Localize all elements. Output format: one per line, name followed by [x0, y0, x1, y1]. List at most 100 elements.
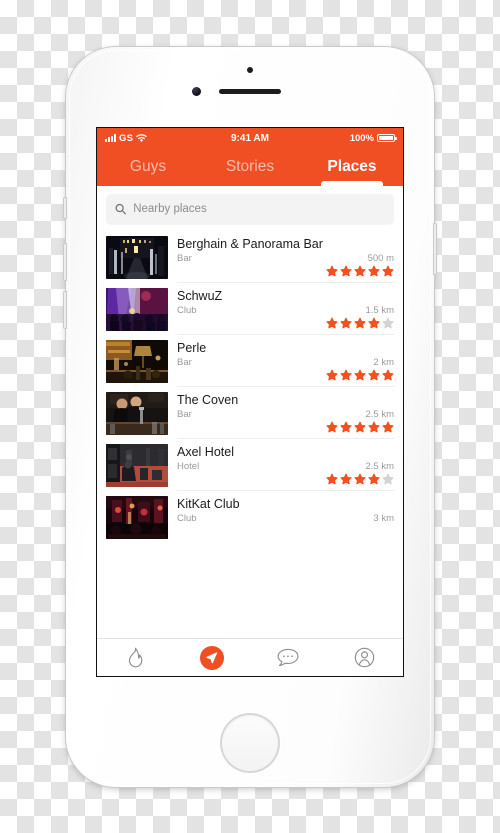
rating-stars	[177, 473, 394, 485]
star-filled-icon	[368, 473, 380, 485]
list-item[interactable]: Perle Bar 2 km	[97, 335, 403, 387]
place-category: Bar	[177, 357, 192, 368]
place-meta: Bar 2 km	[177, 357, 394, 368]
place-info: Berghain & Panorama Bar Bar 500 m	[177, 236, 394, 283]
power-button[interactable]	[433, 223, 437, 275]
list-item[interactable]: The Coven Bar 2.5 km	[97, 387, 403, 439]
place-name: Axel Hotel	[177, 445, 234, 459]
earpiece-speaker	[219, 89, 281, 94]
wifi-icon	[136, 133, 148, 142]
place-thumbnail	[106, 236, 168, 279]
volume-up-button[interactable]	[63, 243, 67, 281]
status-bar-left: GS	[105, 132, 148, 144]
star-filled-icon	[354, 369, 366, 381]
tab-guys[interactable]: Guys	[97, 148, 199, 186]
place-info: Perle Bar 2 km	[177, 340, 394, 387]
bottom-tab-profile[interactable]	[327, 639, 404, 676]
rating-stars	[177, 317, 394, 329]
place-distance: 2.5 km	[365, 461, 394, 472]
star-filled-icon	[340, 369, 352, 381]
place-name: KitKat Club	[177, 497, 240, 511]
place-thumbnail	[106, 288, 168, 331]
star-filled-icon	[382, 421, 394, 433]
place-meta: Bar 500 m	[177, 253, 394, 264]
place-thumbnail	[106, 444, 168, 487]
tab-stories[interactable]: Stories	[199, 148, 301, 186]
star-filled-icon	[354, 265, 366, 277]
place-meta: Hotel 2.5 km	[177, 461, 394, 472]
status-bar: GS 9:41 AM 100%	[97, 128, 403, 148]
place-info: KitKat Club Club 3 km	[177, 496, 394, 539]
battery-percent-label: 100%	[349, 132, 374, 144]
place-name: Berghain & Panorama Bar	[177, 237, 323, 251]
star-filled-icon	[354, 317, 366, 329]
chat-bubble-icon	[277, 648, 299, 667]
places-list[interactable]: Berghain & Panorama Bar Bar 500 m SchwuZ…	[97, 231, 403, 539]
active-tab-circle	[199, 645, 224, 670]
top-tab-bar: Guys Stories Places	[97, 148, 403, 186]
place-distance: 3 km	[373, 513, 394, 524]
list-item[interactable]: Berghain & Panorama Bar Bar 500 m	[97, 231, 403, 283]
star-filled-icon	[326, 421, 338, 433]
search-icon	[115, 203, 126, 215]
carrier-label: GS	[119, 132, 134, 144]
rating-stars	[177, 369, 394, 381]
star-empty-icon	[382, 473, 394, 485]
place-meta: Bar 2.5 km	[177, 409, 394, 420]
battery-full-icon	[377, 133, 397, 143]
place-category: Club	[177, 513, 197, 524]
place-name: The Coven	[177, 393, 239, 407]
star-filled-icon	[340, 421, 352, 433]
place-meta: Club 3 km	[177, 513, 394, 524]
place-name: SchwuZ	[177, 289, 223, 303]
search-bar[interactable]	[106, 194, 394, 224]
star-filled-icon	[382, 265, 394, 277]
place-distance: 500 m	[367, 253, 394, 264]
place-meta: Club 1.5 km	[177, 305, 394, 316]
flame-icon	[128, 647, 143, 668]
place-thumbnail	[106, 340, 168, 383]
place-category: Bar	[177, 409, 192, 420]
place-category: Club	[177, 305, 197, 316]
place-info: SchwuZ Club 1.5 km	[177, 288, 394, 335]
proximity-sensor	[247, 67, 253, 73]
signal-bars-icon	[105, 134, 116, 142]
star-filled-icon	[368, 369, 380, 381]
ring-switch-button[interactable]	[63, 197, 67, 219]
list-item[interactable]: SchwuZ Club 1.5 km	[97, 283, 403, 335]
star-filled-icon	[368, 421, 380, 433]
star-filled-icon	[340, 265, 352, 277]
bottom-tab-chat[interactable]	[250, 639, 327, 676]
search-input[interactable]	[133, 203, 385, 215]
front-camera	[192, 87, 201, 96]
place-info: The Coven Bar 2.5 km	[177, 392, 394, 439]
list-item[interactable]: Axel Hotel Hotel 2.5 km	[97, 439, 403, 491]
place-distance: 2.5 km	[365, 409, 394, 420]
place-distance: 1.5 km	[365, 305, 394, 316]
place-distance: 2 km	[373, 357, 394, 368]
active-tab-indicator	[321, 181, 383, 186]
place-category: Bar	[177, 253, 192, 264]
place-info: Axel Hotel Hotel 2.5 km	[177, 444, 394, 491]
home-button[interactable]	[222, 715, 278, 771]
rating-stars	[177, 421, 394, 433]
volume-down-button[interactable]	[63, 291, 67, 329]
bottom-tab-explore[interactable]	[174, 639, 251, 676]
search-section	[97, 186, 403, 231]
navigation-arrow-icon	[206, 652, 218, 664]
star-filled-icon	[354, 473, 366, 485]
bottom-tab-bar	[97, 638, 403, 676]
star-filled-icon	[354, 421, 366, 433]
list-item[interactable]: KitKat Club Club 3 km	[97, 491, 403, 539]
star-filled-icon	[368, 317, 380, 329]
star-filled-icon	[326, 369, 338, 381]
place-thumbnail	[106, 392, 168, 435]
star-empty-icon	[382, 317, 394, 329]
bottom-tab-flame[interactable]	[97, 639, 174, 676]
star-filled-icon	[340, 473, 352, 485]
profile-person-icon	[355, 647, 375, 668]
star-filled-icon	[326, 473, 338, 485]
star-filled-icon	[326, 317, 338, 329]
phone-screen: GS 9:41 AM 100% Guys Stories Places Near…	[97, 128, 403, 676]
rating-stars	[177, 265, 394, 277]
